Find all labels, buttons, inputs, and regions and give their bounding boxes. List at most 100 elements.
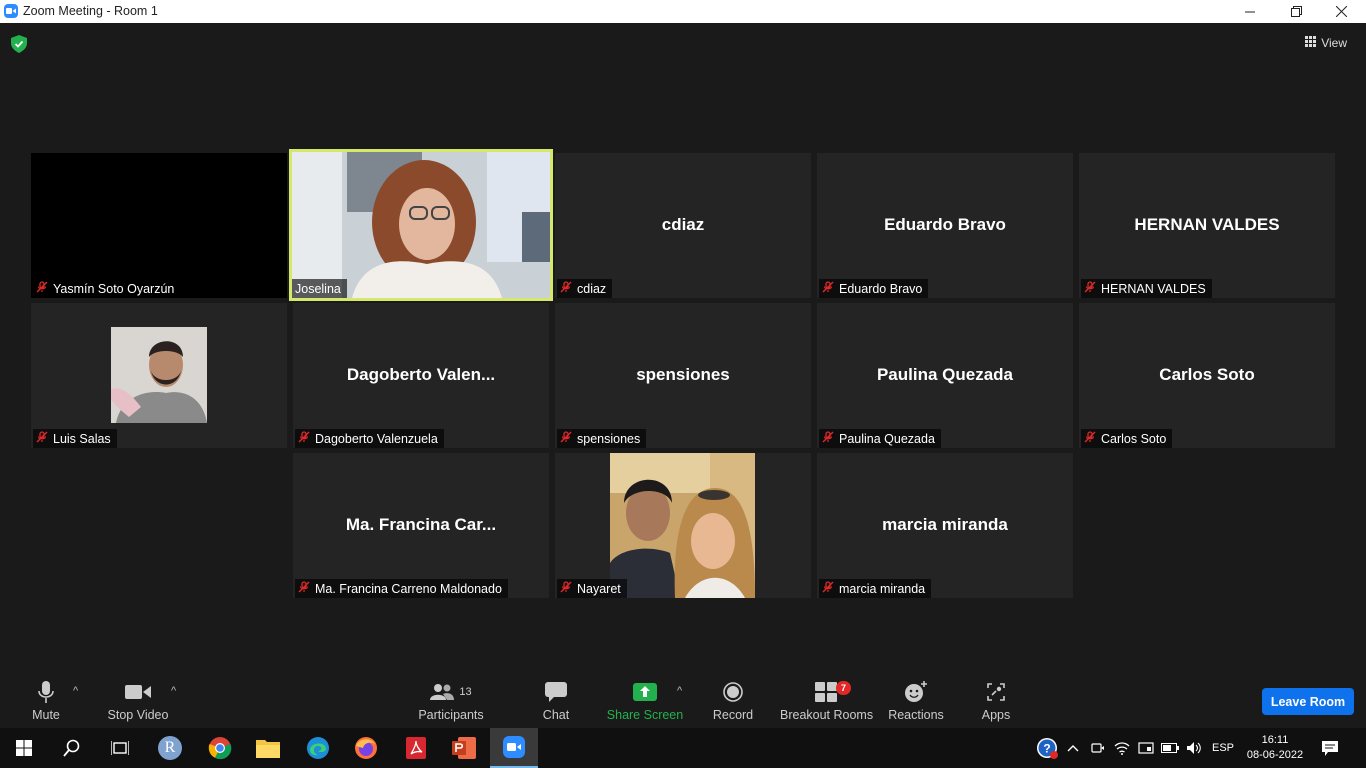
participant-tile[interactable]: HERNAN VALDES HERNAN VALDES (1079, 153, 1335, 298)
device-icon[interactable] (1134, 741, 1158, 755)
notifications-icon[interactable] (1310, 740, 1350, 756)
close-window-button[interactable] (1318, 0, 1364, 23)
share-options-chevron-up-icon[interactable]: ^ (677, 685, 682, 697)
participant-tile[interactable]: marcia miranda marcia miranda (817, 453, 1073, 598)
view-label: View (1321, 36, 1347, 50)
participant-nametag: Ma. Francina Carreno Maldonado (295, 579, 508, 598)
edge-icon[interactable] (294, 728, 342, 768)
participant-name: Ma. Francina Carreno Maldonado (315, 581, 502, 596)
record-button[interactable]: Record (708, 681, 758, 722)
breakout-rooms-button[interactable]: 7 Breakout Rooms (780, 681, 873, 722)
participant-nametag: Eduardo Bravo (819, 279, 929, 298)
participant-name: marcia miranda (839, 581, 926, 596)
participant-nametag: Luis Salas (33, 429, 117, 448)
participant-display-name: Eduardo Bravo (884, 215, 1006, 234)
participants-count: 13 (459, 686, 472, 698)
microphone-icon (22, 681, 70, 703)
participant-name: Carlos Soto (1101, 431, 1167, 446)
chat-label: Chat (542, 708, 570, 722)
pdf-reader-icon[interactable] (392, 728, 440, 768)
muted-mic-icon (560, 431, 572, 446)
apps-label: Apps (981, 708, 1011, 722)
grid-view-icon (1305, 36, 1317, 50)
file-explorer-icon[interactable] (244, 728, 292, 768)
meeting-area: View Yasmín Soto Oyarzún Joselina cdiaz (0, 23, 1366, 675)
minimize-button[interactable] (1227, 0, 1273, 23)
participant-tile[interactable]: Nayaret (555, 453, 811, 598)
restore-button[interactable] (1273, 0, 1319, 23)
participant-name: Yasmín Soto Oyarzún (53, 281, 175, 296)
search-icon[interactable] (48, 728, 96, 768)
participant-tile[interactable]: Eduardo Bravo Eduardo Bravo (817, 153, 1073, 298)
participant-tile[interactable]: Yasmín Soto Oyarzún (31, 153, 287, 298)
participant-display-name: Ma. Francina Car... (345, 515, 497, 534)
participant-nametag: Carlos Soto (1081, 429, 1173, 448)
share-screen-button[interactable]: Share Screen (605, 681, 685, 722)
clock-date: 08-06-2022 (1246, 749, 1304, 761)
video-camera-icon (104, 681, 172, 703)
participants-button[interactable]: 13 Participants (416, 681, 486, 722)
breakout-rooms-icon: 7 (780, 681, 872, 703)
muted-mic-icon (298, 581, 310, 596)
participant-name: Dagoberto Valenzuela (315, 431, 438, 446)
participant-name: Eduardo Bravo (839, 281, 923, 296)
participant-tile[interactable]: Carlos Soto Carlos Soto (1079, 303, 1335, 448)
security-shield-icon[interactable] (11, 35, 27, 58)
participant-nametag: Nayaret (557, 579, 627, 598)
participant-tile[interactable]: Paulina Quezada Paulina Quezada (817, 303, 1073, 448)
firefox-icon[interactable] (342, 728, 390, 768)
meet-now-icon[interactable] (1086, 741, 1110, 755)
stop-video-button[interactable]: Stop Video (104, 681, 172, 722)
input-language[interactable]: ESP (1206, 742, 1240, 754)
participant-display-name: Paulina Quezada (876, 365, 1014, 384)
help-alert-icon[interactable]: ? (1034, 737, 1060, 759)
audio-options-chevron-up-icon[interactable]: ^ (73, 685, 78, 697)
view-button[interactable]: View (1301, 31, 1351, 55)
apps-button[interactable]: Apps (976, 681, 1016, 722)
participant-display-name: Dagoberto Valen... (346, 365, 496, 384)
participant-nametag: cdiaz (557, 279, 613, 298)
clock[interactable]: 16:11 08-06-2022 (1240, 733, 1310, 763)
record-icon (708, 681, 758, 703)
muted-mic-icon (560, 281, 572, 296)
video-options-chevron-up-icon[interactable]: ^ (171, 685, 176, 697)
volume-icon[interactable] (1182, 741, 1206, 755)
participant-tile[interactable]: cdiaz cdiaz (555, 153, 811, 298)
muted-mic-icon (822, 431, 834, 446)
participant-avatar (610, 453, 755, 598)
powerpoint-icon[interactable] (440, 728, 488, 768)
mute-button[interactable]: Mute (22, 681, 70, 722)
wifi-icon[interactable] (1110, 741, 1134, 755)
battery-icon[interactable] (1158, 743, 1182, 753)
chat-bubble-icon (531, 681, 581, 703)
participant-nametag: HERNAN VALDES (1081, 279, 1212, 298)
leave-room-button[interactable]: Leave Room (1262, 688, 1354, 715)
meeting-toolbar: Mute ^ Stop Video ^ 13 Participants Chat… (0, 675, 1366, 728)
stop-video-label: Stop Video (107, 708, 169, 722)
windows-start-icon[interactable] (0, 728, 48, 768)
participant-name: cdiaz (577, 281, 607, 296)
breakout-rooms-badge: 7 (836, 681, 851, 695)
participant-tile[interactable]: Ma. Francina Car... Ma. Francina Carreno… (293, 453, 549, 598)
zoom-logo-icon (4, 4, 18, 18)
chevron-up-icon[interactable] (1060, 744, 1086, 752)
participant-tile[interactable]: spensiones spensiones (555, 303, 811, 448)
active-speaker-tile[interactable]: Joselina (289, 149, 553, 301)
participant-name: Nayaret (577, 581, 621, 596)
participant-display-name: spensiones (636, 365, 730, 384)
reactions-button[interactable]: Reactions (886, 681, 946, 722)
task-view-icon[interactable] (96, 728, 144, 768)
r-app-icon[interactable]: R (146, 728, 194, 768)
chat-button[interactable]: Chat (531, 681, 581, 722)
muted-mic-icon (36, 431, 48, 446)
participant-display-name: Carlos Soto (1159, 365, 1255, 384)
chrome-icon[interactable] (196, 728, 244, 768)
participant-tile[interactable]: Luis Salas (31, 303, 287, 448)
zoom-taskbar-icon[interactable] (490, 728, 538, 768)
participant-tile[interactable]: Dagoberto Valen... Dagoberto Valenzuela (293, 303, 549, 448)
record-label: Record (712, 708, 754, 722)
muted-mic-icon (822, 281, 834, 296)
participants-icon (430, 684, 455, 700)
share-screen-icon (605, 681, 685, 703)
participant-name: HERNAN VALDES (1101, 281, 1206, 296)
